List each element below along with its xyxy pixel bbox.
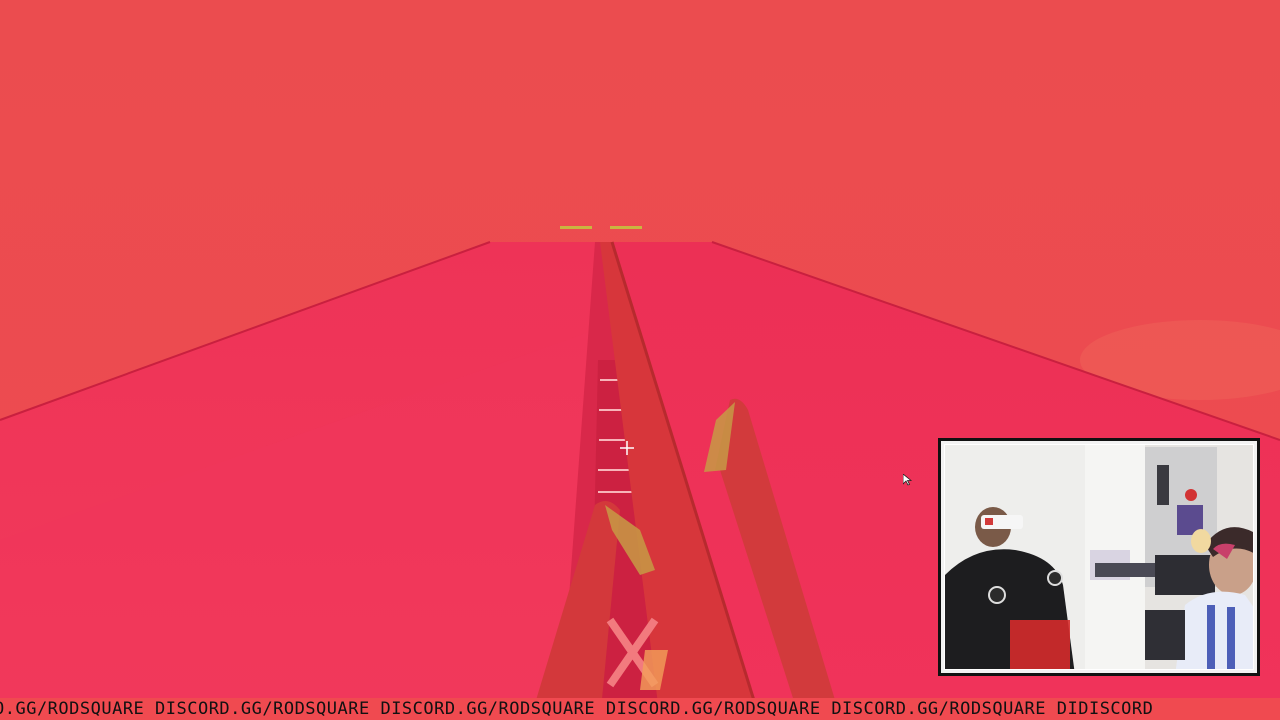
discord-ticker-bar: O.GG/RODSQUARE DISCORD.GG/RODSQUARE DISC… — [0, 698, 1280, 720]
webcam-feed — [944, 444, 1254, 670]
mouse-pointer-icon — [903, 474, 913, 486]
vr-controller-left — [988, 586, 1006, 604]
discord-ticker-text: O.GG/RODSQUARE DISCORD.GG/RODSQUARE DISC… — [0, 699, 1154, 719]
distant-target-left — [560, 226, 592, 229]
webcam-overlay — [938, 438, 1260, 676]
distant-target-right — [610, 226, 642, 229]
game-viewport[interactable]: O.GG/RODSQUARE DISCORD.GG/RODSQUARE DISC… — [0, 0, 1280, 720]
webcam-scene — [945, 445, 1253, 669]
vr-controller-right — [1047, 570, 1063, 586]
